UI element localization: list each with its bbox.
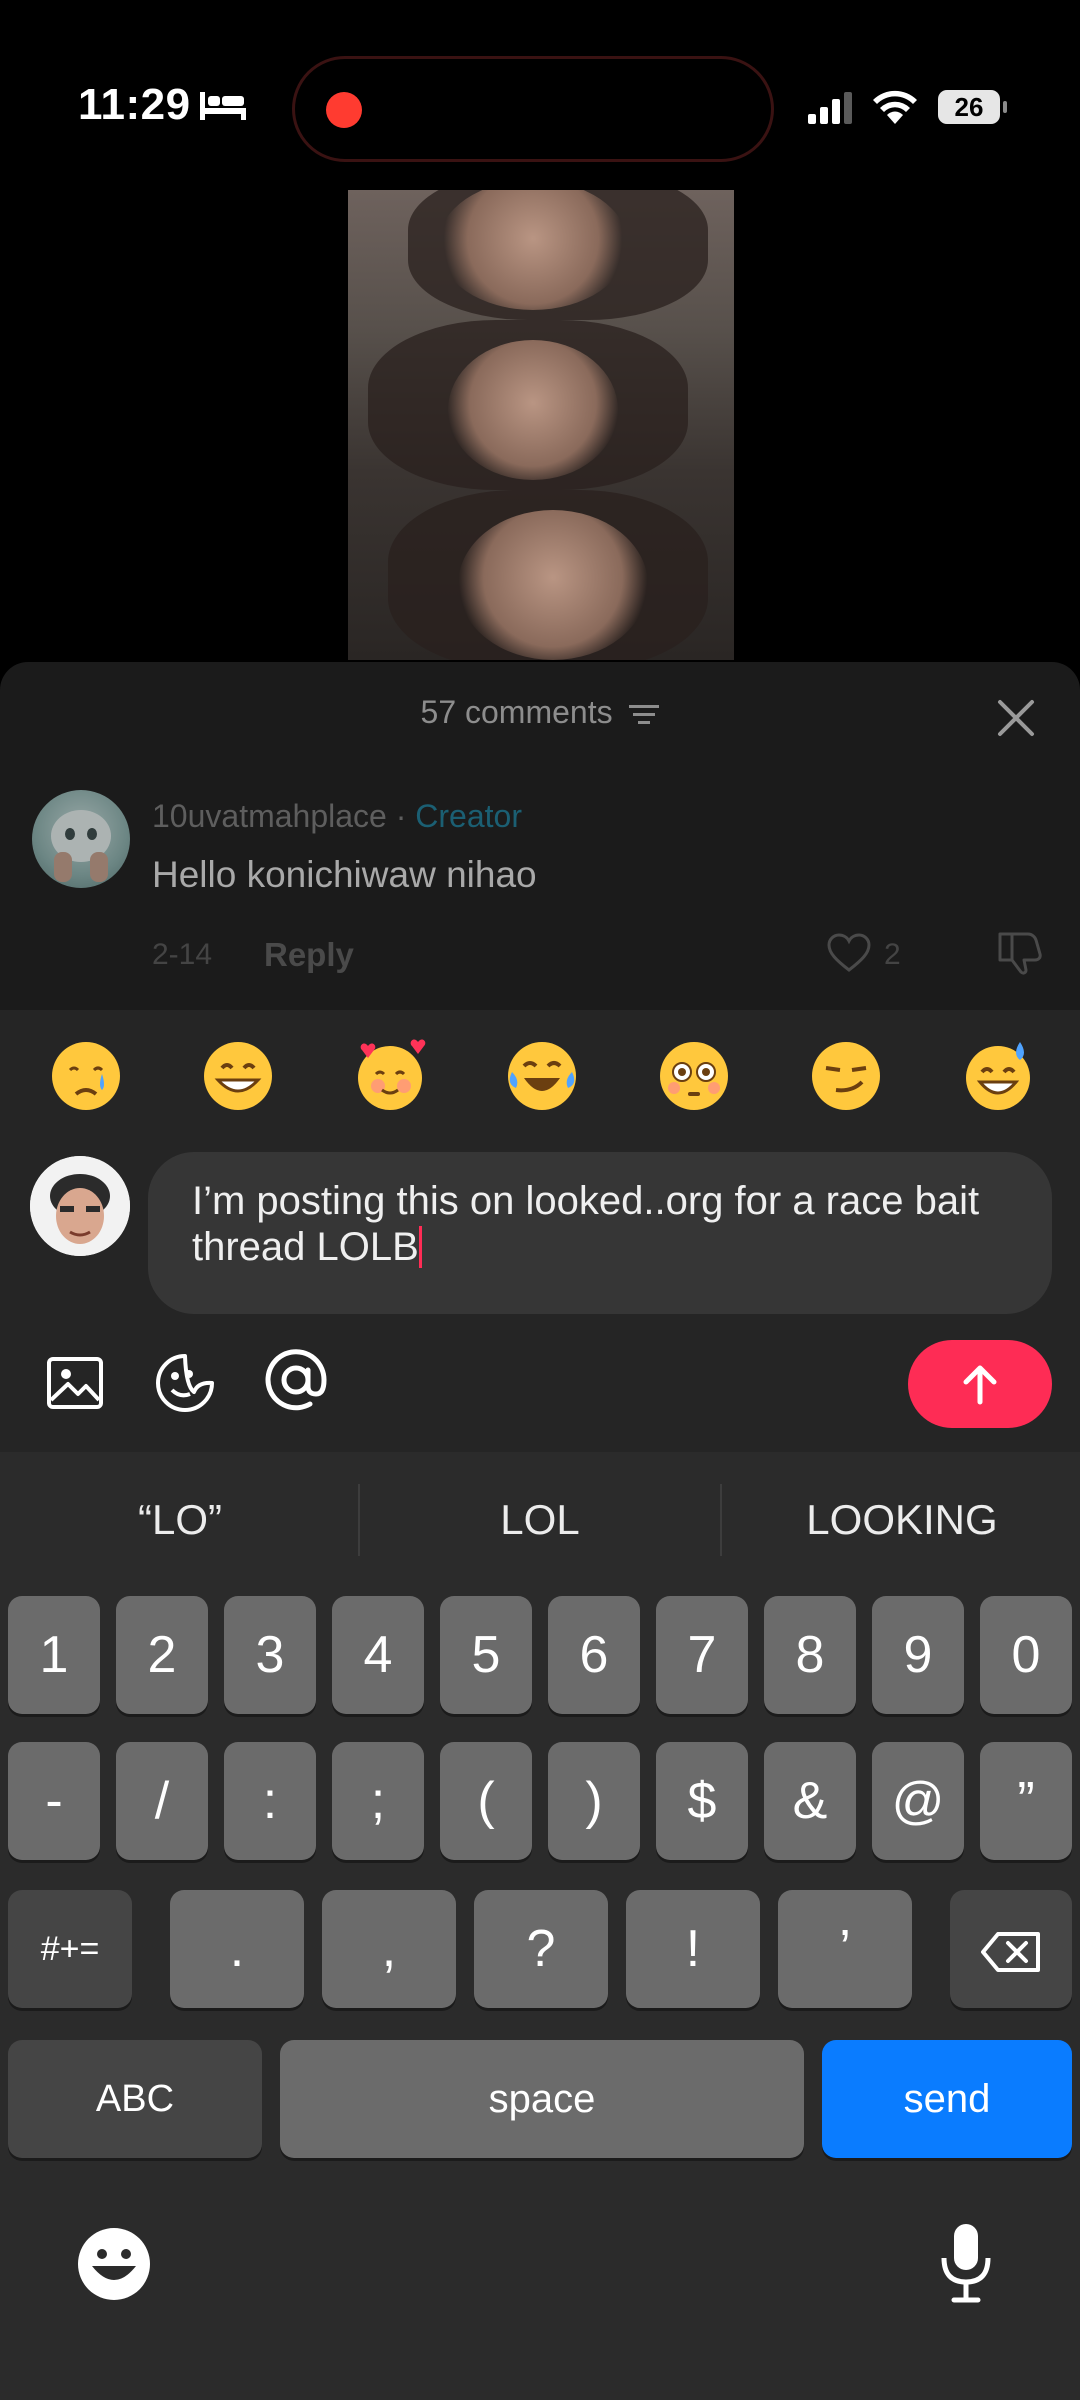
key-quote[interactable]: ”: [980, 1742, 1072, 1860]
key-1[interactable]: 1: [8, 1596, 100, 1714]
key-abc[interactable]: ABC: [8, 2040, 262, 2158]
wifi-icon: [873, 90, 917, 124]
key-at[interactable]: @: [872, 1742, 964, 1860]
smirking-face-icon: [812, 1042, 880, 1110]
reply-button[interactable]: Reply: [264, 936, 354, 974]
key-semicolon[interactable]: ;: [332, 1742, 424, 1860]
comment-input[interactable]: I’m posting this on looked..org for a ra…: [148, 1152, 1052, 1314]
quick-emoji-flushed[interactable]: [654, 1036, 734, 1116]
suggestion-lol[interactable]: LOL: [360, 1480, 720, 1560]
key-colon[interactable]: :: [224, 1742, 316, 1860]
cellular-signal-icon: [808, 92, 852, 124]
arrow-up-icon: [963, 1365, 997, 1405]
dislike-icon[interactable]: [994, 928, 1044, 976]
suggestion-quoted[interactable]: “LO”: [0, 1480, 360, 1560]
video-preview[interactable]: [348, 190, 734, 660]
key-8[interactable]: 8: [764, 1596, 856, 1714]
key-4[interactable]: 4: [332, 1596, 424, 1714]
flushed-face-icon: [660, 1042, 728, 1110]
recording-indicator-icon: [326, 92, 362, 128]
like-count: 2: [884, 938, 901, 971]
key-5[interactable]: 5: [440, 1596, 532, 1714]
dynamic-island: [292, 56, 774, 162]
keyboard-send-key[interactable]: send: [822, 2040, 1072, 2158]
key-2[interactable]: 2: [116, 1596, 208, 1714]
crying-face-icon: [52, 1042, 120, 1110]
key-hyphen[interactable]: -: [8, 1742, 100, 1860]
tears-of-joy-icon: [508, 1042, 576, 1110]
comment-username-line: 10uvatmahplace · Creator: [152, 798, 522, 835]
quick-emoji-crying[interactable]: [46, 1036, 126, 1116]
creator-badge: Creator: [415, 798, 522, 834]
smiling-hearts-icon: [358, 1039, 426, 1110]
separator: ·: [386, 798, 416, 834]
key-close-paren[interactable]: ): [548, 1742, 640, 1860]
comment-input-text: I’m posting this on looked..org for a ra…: [192, 1179, 980, 1269]
sleep-focus-icon: [200, 92, 246, 120]
video-content: [458, 510, 648, 660]
key-3[interactable]: 3: [224, 1596, 316, 1714]
quick-emoji-row: [0, 1036, 1080, 1116]
avatar-image: [30, 1156, 130, 1256]
user-avatar[interactable]: [30, 1156, 130, 1256]
backspace-key[interactable]: [950, 1890, 1072, 2008]
key-slash[interactable]: /: [116, 1742, 208, 1860]
sort-filter-icon[interactable]: [629, 704, 660, 726]
backspace-icon: [981, 1932, 1040, 1973]
key-0[interactable]: 0: [980, 1596, 1072, 1714]
comment-count: 57 comments: [420, 694, 613, 730]
quick-emoji-hearts[interactable]: [350, 1036, 430, 1116]
avatar-image: [51, 810, 111, 882]
key-dollar[interactable]: $: [656, 1742, 748, 1860]
key-question[interactable]: ?: [474, 1890, 608, 2008]
status-bar: 11:29 26: [0, 0, 1080, 170]
post-comment-button[interactable]: [908, 1340, 1052, 1428]
comment-text: Hello konichiwaw nihao: [152, 854, 537, 895]
space-key[interactable]: space: [280, 2040, 804, 2158]
key-open-paren[interactable]: (: [440, 1742, 532, 1860]
video-content: [448, 340, 618, 480]
quick-emoji-grin[interactable]: [198, 1036, 278, 1116]
key-exclamation[interactable]: !: [626, 1890, 760, 2008]
key-period[interactable]: .: [170, 1890, 304, 2008]
key-more-symbols[interactable]: #+=: [8, 1890, 132, 2008]
comment-username[interactable]: 10uvatmahplace: [152, 798, 387, 834]
key-7[interactable]: 7: [656, 1596, 748, 1714]
image-icon[interactable]: [46, 1354, 104, 1412]
battery-indicator: 26: [938, 90, 1007, 124]
comments-header: 57 comments: [0, 694, 1080, 731]
quick-emoji-smirk[interactable]: [806, 1036, 886, 1116]
suggestion-looking[interactable]: LOOKING: [722, 1480, 1080, 1560]
close-icon[interactable]: [996, 698, 1036, 738]
text-cursor: [418, 1226, 422, 1268]
key-comma[interactable]: ,: [322, 1890, 456, 2008]
key-6[interactable]: 6: [548, 1596, 640, 1714]
quick-emoji-laughing[interactable]: [502, 1036, 582, 1116]
comment-date: 2-14: [152, 938, 213, 971]
mention-icon[interactable]: [262, 1346, 330, 1414]
key-ampersand[interactable]: &: [764, 1742, 856, 1860]
microphone-icon[interactable]: [936, 2220, 996, 2306]
grinning-sweat-icon: [966, 1042, 1030, 1110]
key-9[interactable]: 9: [872, 1596, 964, 1714]
sticker-emoji-icon[interactable]: [154, 1352, 216, 1414]
commenter-avatar[interactable]: [32, 790, 130, 888]
quick-emoji-sweat[interactable]: [958, 1036, 1038, 1116]
emoji-keyboard-icon[interactable]: [74, 2224, 154, 2304]
heart-icon[interactable]: [826, 932, 872, 974]
status-time: 11:29: [78, 80, 191, 129]
grinning-face-icon: [204, 1042, 272, 1110]
key-apostrophe[interactable]: ’: [778, 1890, 912, 2008]
